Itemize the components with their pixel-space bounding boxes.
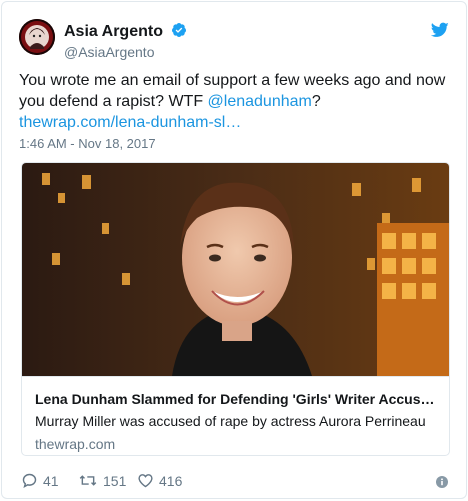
retweet-button[interactable]: 151 xyxy=(78,471,126,491)
card-description: Murray Miller was accused of rape by act… xyxy=(35,413,426,429)
tweet-header: Asia Argento @AsiaArgento xyxy=(19,19,449,61)
display-name[interactable]: Asia Argento xyxy=(64,23,163,40)
author-names: Asia Argento @AsiaArgento xyxy=(64,22,187,61)
card-body[interactable]: Lena Dunham Slammed for Defending 'Girls… xyxy=(22,376,449,455)
tweet-text-part: ? xyxy=(311,93,321,110)
url-link[interactable]: thewrap.com/lena-dunham-sl… xyxy=(19,114,241,131)
twitter-bird-icon[interactable] xyxy=(430,22,449,43)
retweet-count: 151 xyxy=(103,473,127,489)
reply-icon xyxy=(22,473,37,488)
mention-link[interactable]: @lenadunham xyxy=(208,93,312,110)
card-image[interactable] xyxy=(22,163,449,376)
like-button[interactable]: 416 xyxy=(137,471,182,491)
avatar[interactable] xyxy=(19,19,55,55)
like-count: 416 xyxy=(159,473,183,489)
card-domain: thewrap.com xyxy=(35,436,116,452)
tweet-text: You wrote me an email of support a few w… xyxy=(19,70,451,133)
retweet-icon xyxy=(79,475,97,486)
tweet-embed: Asia Argento @AsiaArgento You wrote me a… xyxy=(1,1,467,499)
heart-icon xyxy=(138,474,153,488)
reply-count: 41 xyxy=(43,473,59,489)
timestamp[interactable]: 1:46 AM - Nov 18, 2017 xyxy=(19,136,156,151)
link-card[interactable]: Lena Dunham Slammed for Defending 'Girls… xyxy=(21,162,450,456)
verified-badge-icon xyxy=(171,22,187,43)
avatar-image xyxy=(19,19,55,55)
info-icon[interactable] xyxy=(436,475,448,493)
handle[interactable]: @AsiaArgento xyxy=(64,43,187,61)
card-title[interactable]: Lena Dunham Slammed for Defending 'Girls… xyxy=(35,390,435,408)
reply-button[interactable]: 41 xyxy=(21,471,59,491)
